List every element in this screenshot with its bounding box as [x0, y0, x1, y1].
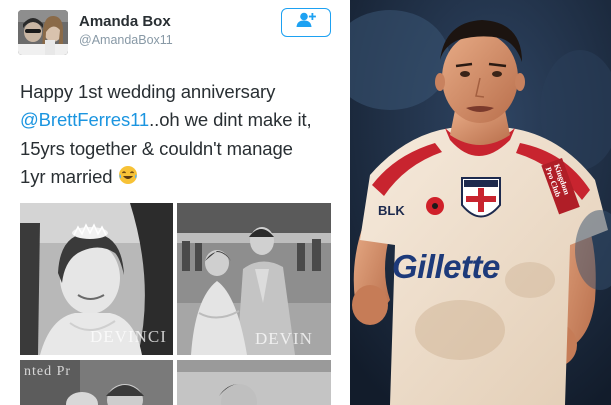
photo-watermark-1: DEVINCI — [90, 327, 167, 346]
wedding-photo-3[interactable]: nted Pr — [20, 360, 173, 405]
tweet-text-line-2-rest: ..oh we dint make it, — [149, 109, 312, 131]
tweet-text-line-2: @BrettFerres11..oh we dint make it, — [20, 106, 340, 134]
tweet-text-line-3: 15yrs together & couldn't manage — [20, 137, 293, 159]
photo-grid: DEVINCI DEVIN nted Pr — [20, 203, 331, 405]
add-user-icon — [295, 12, 317, 33]
wedding-photo-1[interactable]: DEVINCI — [20, 203, 173, 355]
photo-watermark-2: DEVIN — [255, 329, 313, 348]
display-name[interactable]: Amanda Box — [79, 13, 171, 30]
face-with-tears-of-joy-icon — [118, 165, 138, 193]
mention-link[interactable]: @BrettFerres11 — [20, 109, 149, 130]
wedding-photo-4[interactable] — [177, 360, 331, 405]
wedding-photo-2[interactable]: DEVIN — [177, 203, 331, 355]
tweet-text-line-4: 1yr married — [20, 163, 340, 193]
photo-watermark-3: nted Pr — [24, 364, 72, 379]
tweet-text: Happy 1st wedding anniversary @BrettFerr… — [20, 78, 340, 194]
avatar[interactable] — [18, 10, 68, 55]
follow-button[interactable] — [281, 8, 331, 37]
tweet-card: Amanda Box @AmandaBox11 Happy 1st weddin… — [0, 0, 346, 405]
tweet-text-line-1: Happy 1st wedding anniversary — [20, 81, 276, 102]
england-crest-icon — [461, 177, 501, 218]
tweet-text-line-4-text: 1yr married — [20, 166, 113, 188]
kit-brand-logo: BLK — [378, 203, 405, 218]
rugby-player-photo[interactable]: BLK Kingdom Pro Club Gillette — [350, 0, 611, 405]
user-handle[interactable]: @AmandaBox11 — [79, 33, 173, 47]
poppy-icon — [426, 197, 444, 215]
sponsor-logo: Gillette — [392, 248, 500, 285]
